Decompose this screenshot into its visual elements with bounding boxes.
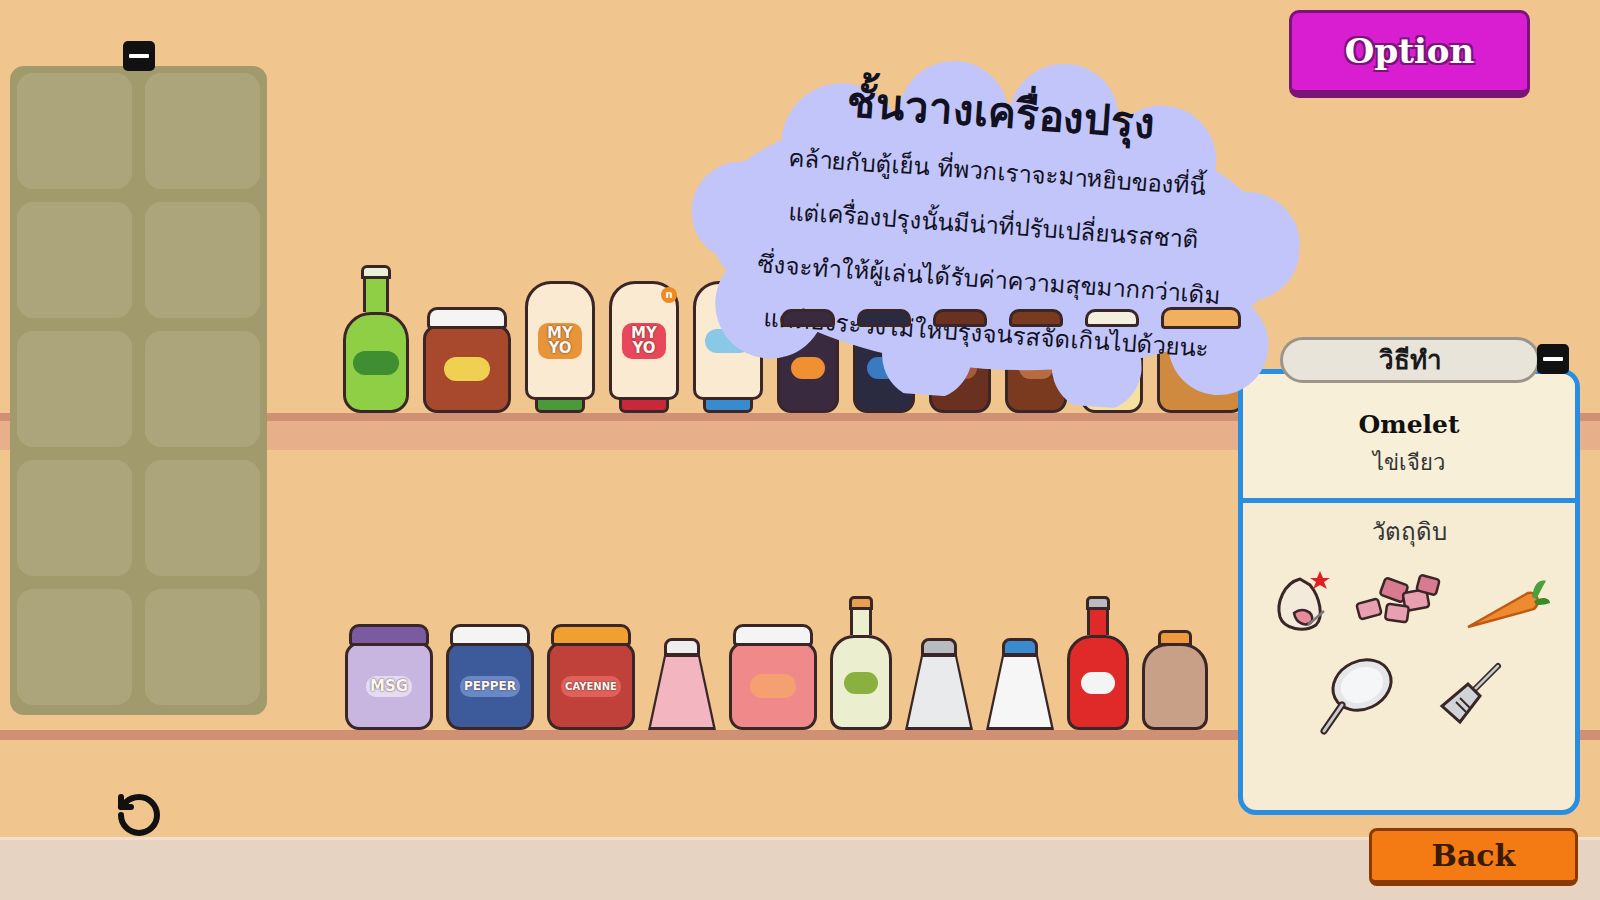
item-label: PEPPER bbox=[460, 676, 520, 697]
carrot-icon bbox=[1462, 571, 1552, 635]
inventory-panel bbox=[10, 66, 267, 715]
seasoning-shaker[interactable] bbox=[648, 638, 716, 730]
item-emblem bbox=[1081, 672, 1115, 694]
back-button[interactable]: Back bbox=[1369, 828, 1578, 886]
minus-icon bbox=[129, 54, 149, 58]
seasoning-jar[interactable] bbox=[729, 624, 817, 730]
seasoning-jar[interactable] bbox=[423, 307, 511, 413]
inventory-slot[interactable] bbox=[17, 331, 132, 447]
recipe-name: Omelet bbox=[1358, 409, 1459, 441]
spatula-icon bbox=[1434, 660, 1504, 730]
ingredients-section: วัตถุดิบ bbox=[1243, 503, 1575, 810]
seasoning-jar[interactable]: PEPPER bbox=[446, 624, 534, 730]
inventory-slot[interactable] bbox=[17, 589, 132, 705]
ingredient[interactable] bbox=[1352, 571, 1448, 635]
reset-button[interactable] bbox=[115, 791, 163, 839]
inventory-slot[interactable] bbox=[145, 331, 260, 447]
reset-icon bbox=[115, 791, 163, 839]
item-badge: n bbox=[661, 287, 677, 303]
inventory-slot[interactable] bbox=[145, 73, 260, 189]
garlic-icon bbox=[1266, 567, 1338, 639]
item-emblem bbox=[444, 357, 490, 381]
seasoning-shaker[interactable] bbox=[905, 638, 973, 730]
tall-bottle[interactable] bbox=[830, 596, 892, 730]
item-emblem bbox=[750, 674, 796, 698]
inventory-slot[interactable] bbox=[17, 202, 132, 318]
item-label: MYYO bbox=[538, 323, 582, 359]
recipe-collapse-button[interactable] bbox=[1537, 344, 1569, 374]
inventory-slot[interactable] bbox=[145, 202, 260, 318]
recipe-name-thai: ไข่เจียว bbox=[1373, 447, 1445, 479]
ingredients-label: วัตถุดิบ bbox=[1372, 515, 1447, 549]
item-label: MSG bbox=[366, 676, 412, 697]
inventory-slot[interactable] bbox=[17, 73, 132, 189]
item-emblem bbox=[1158, 676, 1192, 698]
item-emblem bbox=[353, 351, 399, 375]
inventory-slot[interactable] bbox=[17, 460, 132, 576]
item-label: MYYO bbox=[622, 323, 666, 359]
inventory-collapse-button[interactable] bbox=[123, 41, 155, 71]
tutorial-tooltip: ชั้นวางเครื่องปรุงคล้ายกับตู้เย็น ที่พวก… bbox=[675, 38, 1311, 420]
seasoning-jar[interactable] bbox=[777, 309, 839, 413]
tooltip-title: ชั้นวางเครื่องปรุง bbox=[845, 71, 1158, 156]
item-label: CAYENNE bbox=[561, 676, 621, 697]
game-screen: MYYOMYYOnMSGPEPPERCAYENNEOptionวิธีทำOme… bbox=[0, 0, 1600, 900]
ingredient[interactable] bbox=[1434, 660, 1504, 730]
meat-icon bbox=[1352, 571, 1448, 635]
tall-bottle[interactable] bbox=[1067, 596, 1129, 730]
recipe-header-tab: วิธีทำ bbox=[1280, 337, 1540, 383]
minus-icon bbox=[1543, 357, 1563, 361]
sauce-bottle[interactable]: MYYO bbox=[525, 281, 595, 413]
sauce-bottle[interactable]: MYYO n bbox=[609, 281, 679, 413]
inventory-slot[interactable] bbox=[145, 460, 260, 576]
option-button[interactable]: Option bbox=[1289, 10, 1530, 98]
ingredient[interactable] bbox=[1266, 567, 1338, 639]
frying-pan-icon bbox=[1314, 653, 1398, 737]
inventory-column bbox=[0, 0, 267, 900]
recipe-title-card: Omelet ไข่เจียว bbox=[1243, 374, 1575, 498]
ingredient[interactable] bbox=[1314, 653, 1398, 737]
right-column: Option วิธีทำ Omelet ไข่เจียววัตถุดิบ Back bbox=[1238, 0, 1580, 900]
item-emblem bbox=[844, 672, 878, 694]
seasoning-jar[interactable]: CAYENNE bbox=[547, 624, 635, 730]
seasoning-bottle[interactable] bbox=[343, 265, 409, 413]
item-emblem bbox=[791, 357, 825, 379]
seasoning-shaker[interactable] bbox=[986, 638, 1054, 730]
ingredient[interactable] bbox=[1462, 571, 1552, 635]
recipe-body: Omelet ไข่เจียววัตถุดิบ bbox=[1238, 369, 1580, 815]
floor bbox=[0, 837, 1600, 900]
inventory-slot[interactable] bbox=[145, 589, 260, 705]
seasoning-jar[interactable]: MSG bbox=[345, 624, 433, 730]
seasoning-flask[interactable] bbox=[1142, 630, 1208, 730]
recipe-panel: วิธีทำ Omelet ไข่เจียววัตถุดิบ bbox=[1238, 337, 1580, 815]
